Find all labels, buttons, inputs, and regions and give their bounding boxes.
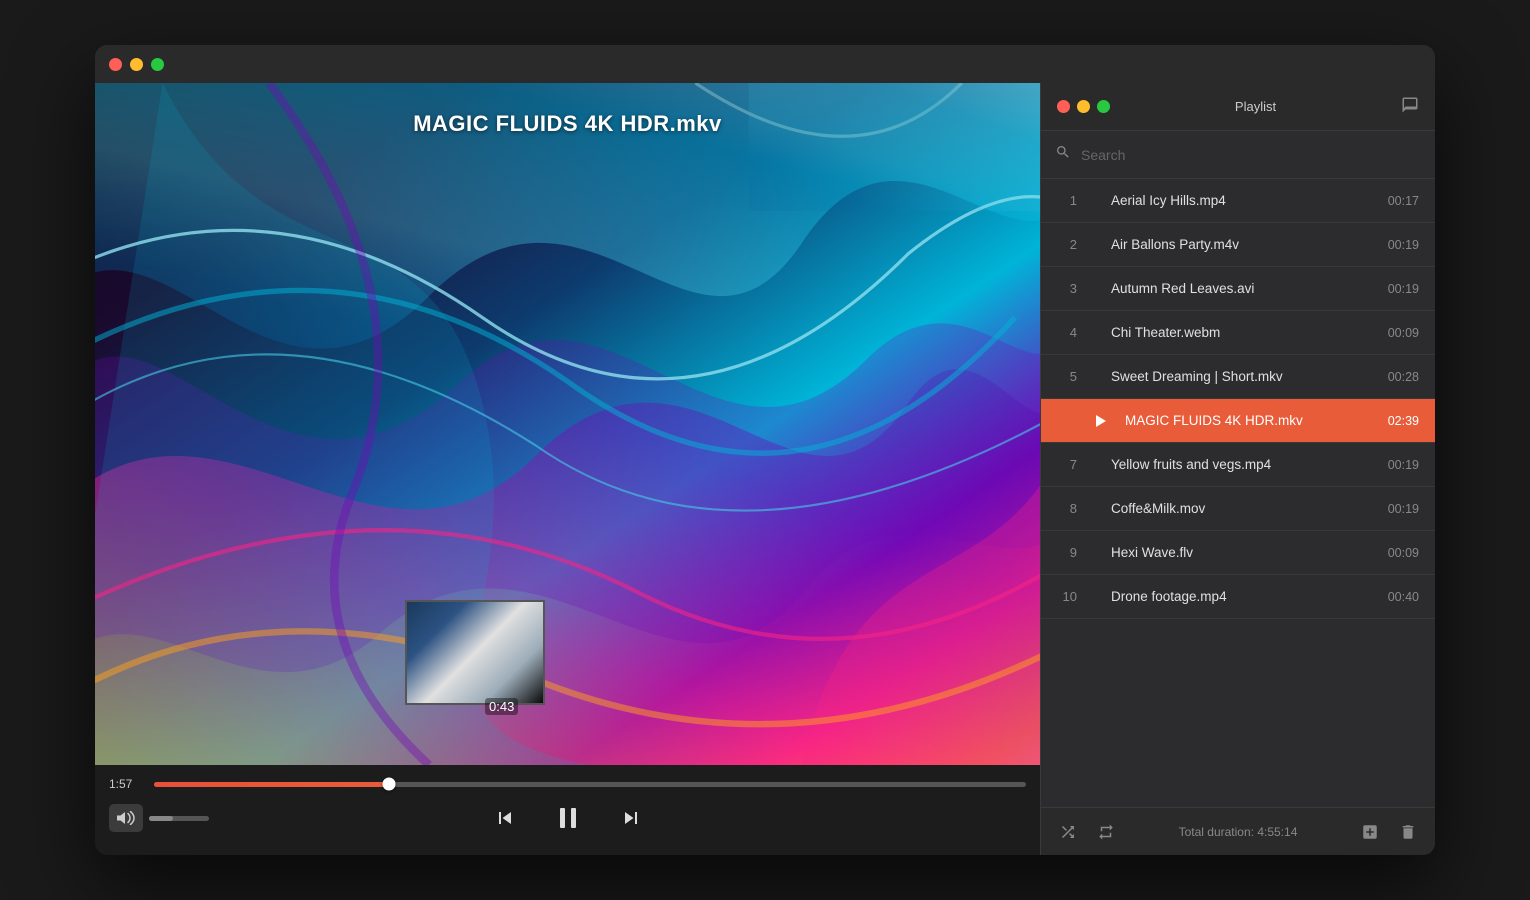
video-area: MAGIC FLUIDS 4K HDR.mkv 0:43 1:57 [95,83,1040,855]
playlist-item[interactable]: 4 Chi Theater.webm 00:09 [1041,311,1435,355]
item-number: 3 [1057,281,1077,296]
item-duration: 00:17 [1379,194,1419,208]
playlist-item[interactable]: 3 Autumn Red Leaves.avi 00:19 [1041,267,1435,311]
item-duration: 00:19 [1379,282,1419,296]
current-time: 1:57 [109,777,144,791]
volume-button[interactable] [109,804,143,832]
playlist-item[interactable]: 9 Hexi Wave.flv 00:09 [1041,531,1435,575]
pause-button[interactable] [549,799,587,837]
maximize-button[interactable] [151,58,164,71]
playlist-item[interactable]: 2 Air Ballons Party.m4v 00:19 [1041,223,1435,267]
progress-bar[interactable] [154,782,1026,787]
item-number: 4 [1057,325,1077,340]
playlist-title: Playlist [1110,99,1401,114]
playlist-list: 1 Aerial Icy Hills.mp4 00:17 2 Air Ballo… [1041,179,1435,807]
playlist-item[interactable]: MAGIC FLUIDS 4K HDR.mkv 02:39 [1041,399,1435,443]
controls-row [109,791,1026,845]
item-number: 9 [1057,545,1077,560]
volume-slider[interactable] [149,816,209,821]
delete-button[interactable] [1395,819,1421,845]
playlist-item[interactable]: 8 Coffe&Milk.mov 00:19 [1041,487,1435,531]
seek-time-label: 0:43 [485,698,518,715]
playlist-item[interactable]: 10 Drone footage.mp4 00:40 [1041,575,1435,619]
search-input[interactable] [1081,147,1421,163]
video-title: MAGIC FLUIDS 4K HDR.mkv [95,111,1040,137]
previous-button[interactable] [489,802,521,834]
close-button[interactable] [109,58,122,71]
app-window: MAGIC FLUIDS 4K HDR.mkv 0:43 1:57 [95,45,1435,855]
playlist-titlebar: Playlist [1041,83,1435,131]
main-area: MAGIC FLUIDS 4K HDR.mkv 0:43 1:57 [95,83,1435,855]
item-number: 1 [1057,193,1077,208]
playlist-minimize-button[interactable] [1077,100,1090,113]
playlist-traffic-lights [1057,100,1110,113]
item-name: Yellow fruits and vegs.mp4 [1111,457,1365,472]
search-icon [1055,144,1071,165]
item-duration: 02:39 [1379,414,1419,428]
repeat-button[interactable] [1093,819,1119,845]
item-duration: 00:19 [1379,502,1419,516]
item-name: Coffe&Milk.mov [1111,501,1365,516]
search-bar [1041,131,1435,179]
playback-center [341,799,794,837]
item-name: Sweet Dreaming | Short.mkv [1111,369,1365,384]
playlist-maximize-button[interactable] [1097,100,1110,113]
volume-section [109,804,335,832]
video-canvas[interactable]: MAGIC FLUIDS 4K HDR.mkv 0:43 [95,83,1040,765]
item-number: 7 [1057,457,1077,472]
next-button[interactable] [615,802,647,834]
item-name: Autumn Red Leaves.avi [1111,281,1365,296]
item-name: Hexi Wave.flv [1111,545,1365,560]
playlist-footer: Total duration: 4:55:14 [1041,807,1435,855]
traffic-lights [109,58,164,71]
item-name: MAGIC FLUIDS 4K HDR.mkv [1125,413,1365,428]
item-duration: 00:19 [1379,458,1419,472]
item-duration: 00:19 [1379,238,1419,252]
play-icon [1091,415,1111,427]
volume-fill [149,816,173,821]
add-button[interactable] [1357,819,1383,845]
item-name: Aerial Icy Hills.mp4 [1111,193,1365,208]
progress-knob[interactable] [383,778,396,791]
playlist-item[interactable]: 7 Yellow fruits and vegs.mp4 00:19 [1041,443,1435,487]
item-duration: 00:28 [1379,370,1419,384]
item-duration: 00:09 [1379,546,1419,560]
item-name: Air Ballons Party.m4v [1111,237,1365,252]
player-controls: 1:57 [95,765,1040,855]
shuffle-button[interactable] [1055,819,1081,845]
playlist-item[interactable]: 1 Aerial Icy Hills.mp4 00:17 [1041,179,1435,223]
playlist-item[interactable]: 5 Sweet Dreaming | Short.mkv 00:28 [1041,355,1435,399]
item-name: Drone footage.mp4 [1111,589,1365,604]
progress-area: 1:57 [109,765,1026,791]
item-name: Chi Theater.webm [1111,325,1365,340]
item-number: 10 [1057,589,1077,604]
item-number: 2 [1057,237,1077,252]
chat-icon-button[interactable] [1401,96,1419,117]
minimize-button[interactable] [130,58,143,71]
progress-fill [154,782,389,787]
seek-preview-thumbnail [405,600,545,705]
item-duration: 00:40 [1379,590,1419,604]
item-duration: 00:09 [1379,326,1419,340]
title-bar [95,45,1435,83]
playlist-close-button[interactable] [1057,100,1070,113]
item-number: 8 [1057,501,1077,516]
total-duration: Total duration: 4:55:14 [1131,825,1345,839]
playlist-panel: Playlist 1 Aerial Icy [1040,83,1435,855]
item-number: 5 [1057,369,1077,384]
